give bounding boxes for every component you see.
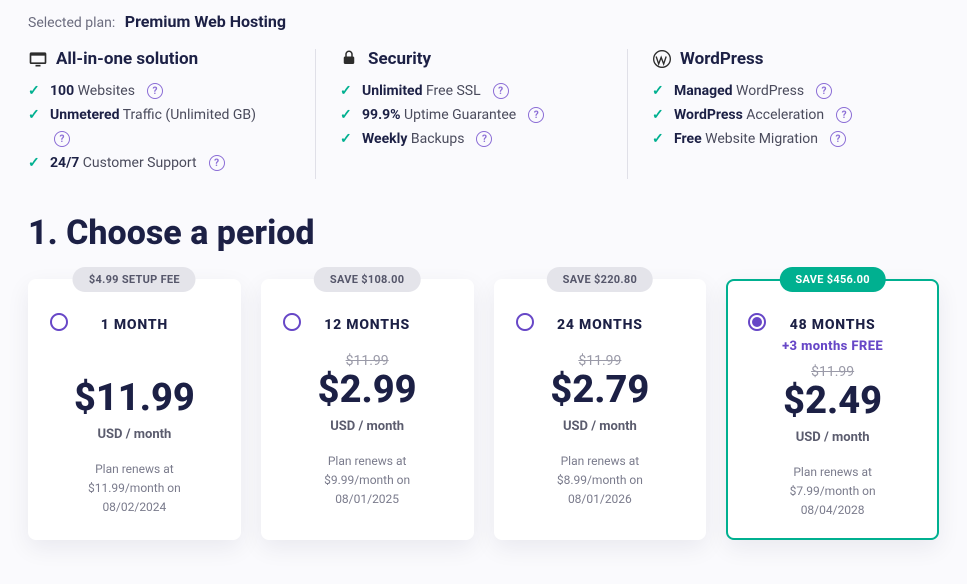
feature-col-all-in-one: All-in-one solution ✓ 100 Websites ✓ Unm… [28,49,315,179]
help-icon[interactable] [476,131,492,147]
check-icon: ✓ [340,83,354,99]
help-icon[interactable] [209,155,225,171]
period-unit: USD / month [40,427,229,442]
period-card-1-month[interactable]: $4.99 SETUP FEE 1 MONTH $11.99 USD / mon… [28,279,241,540]
period-unit: USD / month [738,430,927,445]
period-card-48-months[interactable]: SAVE $456.00 48 MONTHS +3 months FREE $1… [726,279,939,540]
check-icon: ✓ [340,131,354,147]
selected-plan-label: Selected plan: [28,15,115,31]
period-radio[interactable] [516,313,534,331]
save-pill: SAVE $456.00 [779,267,886,292]
feature-col-title: WordPress [680,49,764,69]
period-old-price: $11.99 [273,353,462,369]
period-bonus: +3 months FREE [738,339,927,354]
help-icon[interactable] [54,131,70,147]
help-icon[interactable] [836,107,852,123]
period-label: 48 MONTHS [738,317,927,333]
feature-col-title: Security [368,49,431,69]
feature-col-wordpress: WordPress ✓ Managed WordPress ✓ WordPres… [627,49,939,179]
check-icon: ✓ [28,83,42,99]
period-label: 12 MONTHS [273,317,462,333]
selected-plan-header: Selected plan: Premium Web Hosting [28,12,939,31]
period-old-price: $11.99 [738,364,927,380]
period-price: $2.99 [273,371,462,411]
feature-item: ✓ 24/7 Customer Support [28,155,291,171]
period-label: 24 MONTHS [506,317,695,333]
period-price: $2.49 [738,382,927,422]
period-unit: USD / month [273,419,462,434]
help-icon[interactable] [493,83,509,99]
setup-fee-pill: $4.99 SETUP FEE [73,267,196,292]
feature-item: ✓ Unlimited Free SSL [340,83,603,99]
check-icon: ✓ [28,155,42,171]
help-icon[interactable] [830,131,846,147]
check-icon: ✓ [340,107,354,123]
wordpress-icon [652,49,672,69]
period-price: $11.99 [40,379,229,419]
feature-item: ✓ Managed WordPress [652,83,915,99]
help-icon[interactable] [528,107,544,123]
help-icon[interactable] [147,83,163,99]
save-pill: SAVE $220.80 [547,267,654,292]
check-icon: ✓ [652,83,666,99]
period-cards-row: $4.99 SETUP FEE 1 MONTH $11.99 USD / mon… [28,279,939,540]
period-renew-text: Plan renews at $11.99/month on 08/02/202… [40,460,229,518]
feature-col-title: All-in-one solution [56,49,198,69]
feature-item: ✓ Unmetered Traffic (Unlimited GB) [28,107,291,123]
features-row: All-in-one solution ✓ 100 Websites ✓ Unm… [28,49,939,179]
feature-col-security: Security ✓ Unlimited Free SSL ✓ 99.9% Up… [315,49,627,179]
check-icon: ✓ [652,107,666,123]
period-renew-text: Plan renews at $9.99/month on 08/01/2025 [273,452,462,510]
help-icon[interactable] [816,83,832,99]
section-title-choose-period: 1. Choose a period [28,213,939,253]
feature-item: ✓ 100 Websites [28,83,291,99]
check-icon: ✓ [652,131,666,147]
period-old-price: $11.99 [506,353,695,369]
period-label: 1 MONTH [40,317,229,333]
period-unit: USD / month [506,419,695,434]
feature-item: ✓ 99.9% Uptime Guarantee [340,107,603,123]
feature-item: ✓ WordPress Acceleration [652,107,915,123]
selected-plan-name: Premium Web Hosting [125,12,286,31]
feature-item: ✓ Free Website Migration [652,131,915,147]
feature-item-help-row [28,131,291,147]
period-price: $2.79 [506,371,695,411]
check-icon: ✓ [28,107,42,123]
period-renew-text: Plan renews at $7.99/month on 08/04/2028 [738,463,927,521]
save-pill: SAVE $108.00 [314,267,421,292]
feature-item: ✓ Weekly Backups [340,131,603,147]
lock-icon [340,49,360,69]
period-card-12-months[interactable]: SAVE $108.00 12 MONTHS $11.99 $2.99 USD … [261,279,474,540]
all-in-one-icon [28,49,48,69]
period-renew-text: Plan renews at $8.99/month on 08/01/2026 [506,452,695,510]
period-card-24-months[interactable]: SAVE $220.80 24 MONTHS $11.99 $2.79 USD … [494,279,707,540]
period-radio[interactable] [50,313,68,331]
period-radio[interactable] [283,313,301,331]
